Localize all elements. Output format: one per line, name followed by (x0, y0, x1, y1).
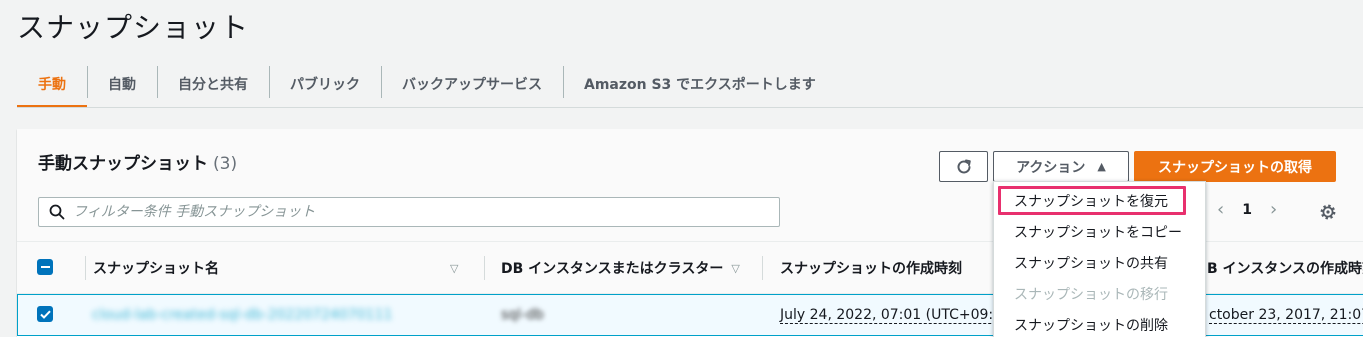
tab-export-s3[interactable]: Amazon S3 でエクスポートします (563, 60, 837, 108)
column-header-label: B インスタンスの作成時刻 (1207, 261, 1363, 277)
pagination: ‹ 1 › (1217, 199, 1277, 220)
db-instance: sql-db (501, 307, 544, 323)
actions-button[interactable]: アクション ▲ (993, 151, 1129, 182)
db-instance-cell: sql-db (501, 295, 544, 335)
column-header-instance-time[interactable]: B インスタンスの作成時刻 (1207, 242, 1363, 294)
column-separator (85, 256, 86, 280)
tabs-divider (17, 107, 1363, 108)
snapshot-time: July 24, 2022, 07:01 (UTC+09:00) (780, 306, 1017, 324)
refresh-button[interactable] (939, 151, 988, 182)
menu-item-delete-snapshot[interactable]: スナップショットの削除 (994, 309, 1205, 337)
snapshot-tabs: 手動 自動 自分と共有 パブリック バックアップサービス Amazon S3 で… (17, 60, 837, 108)
page-title: スナップショット (17, 11, 250, 44)
sort-icon[interactable]: ▽ (450, 242, 458, 294)
check-icon (39, 310, 51, 319)
menu-item-restore-snapshot[interactable]: スナップショットを復元 (997, 185, 1187, 216)
instance-time: ctober 23, 2017, 21:07 (U (1209, 307, 1363, 324)
column-separator (762, 256, 763, 280)
filter-box (38, 197, 780, 227)
filter-input[interactable] (73, 199, 779, 225)
indeterminate-icon (40, 266, 50, 268)
page-number[interactable]: 1 (1242, 202, 1252, 218)
snapshot-time-cell: July 24, 2022, 07:01 (UTC+09:00) (780, 295, 1017, 335)
actions-button-label: アクション (1016, 159, 1086, 176)
caret-up-icon: ▲ (1097, 160, 1106, 173)
search-icon (49, 204, 65, 220)
menu-item-copy-snapshot[interactable]: スナップショットをコピー (994, 216, 1205, 247)
column-header-label: スナップショットの作成時刻 (780, 261, 962, 277)
panel-title-text: 手動スナップショット (38, 154, 208, 174)
tab-automated[interactable]: 自動 (87, 60, 157, 108)
column-header-snapshot-time[interactable]: スナップショットの作成時刻 (780, 242, 962, 294)
panel-title: 手動スナップショット (3) (38, 149, 237, 174)
chevron-left-icon[interactable]: ‹ (1217, 199, 1224, 220)
snapshot-name-link[interactable]: cloud-lab-created-sql-db-20220724070111 (92, 295, 392, 335)
tab-shared-with-me[interactable]: 自分と共有 (157, 60, 269, 108)
refresh-icon (957, 159, 971, 173)
actions-dropdown-menu: スナップショットを復元 スナップショットをコピー スナップショットの共有 スナッ… (993, 181, 1206, 337)
instance-time-cell: ctober 23, 2017, 21:07 (U (1209, 295, 1363, 335)
tab-manual[interactable]: 手動 (17, 60, 87, 108)
snapshot-count: (3) (213, 154, 238, 174)
chevron-right-icon[interactable]: › (1270, 199, 1277, 220)
column-header-label: DB インスタンスまたはクラスター (501, 261, 724, 277)
row-checkbox[interactable] (37, 306, 53, 322)
gear-icon[interactable] (1318, 202, 1338, 222)
column-header-label: スナップショット名 (93, 261, 219, 277)
take-snapshot-button[interactable]: スナップショットの取得 (1134, 151, 1336, 182)
tab-public[interactable]: パブリック (269, 60, 381, 108)
column-header-db-instance[interactable]: DB インスタンスまたはクラスター ▽ (501, 242, 740, 294)
snapshot-name: cloud-lab-created-sql-db-20220724070111 (92, 307, 393, 323)
menu-item-migrate-snapshot: スナップショットの移行 (1014, 286, 1168, 303)
tab-backup-service[interactable]: バックアップサービス (381, 60, 563, 108)
column-header-snapshot-name[interactable]: スナップショット名 (93, 242, 219, 294)
sort-icon: ▽ (731, 261, 740, 275)
menu-item-share-snapshot[interactable]: スナップショットの共有 (994, 247, 1205, 278)
select-all-checkbox[interactable] (37, 259, 53, 275)
column-separator (484, 256, 485, 280)
